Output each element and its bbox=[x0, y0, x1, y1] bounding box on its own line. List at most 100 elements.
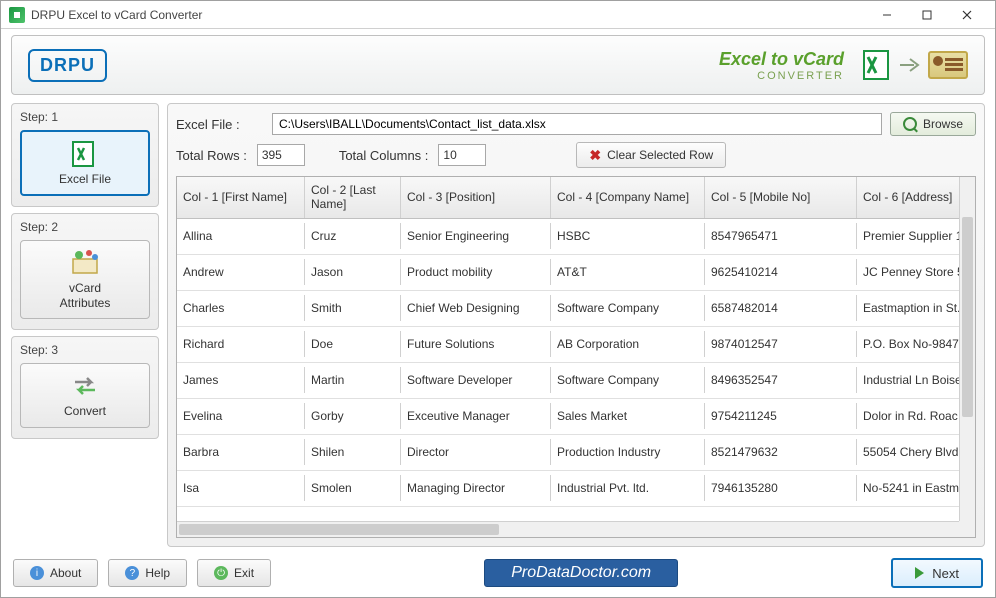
scrollbar-thumb[interactable] bbox=[962, 217, 973, 417]
table-cell: Sales Market bbox=[551, 403, 705, 429]
table-row[interactable]: AllinaCruzSenior EngineeringHSBC85479654… bbox=[177, 219, 975, 255]
table-row[interactable]: BarbraShilenDirectorProduction Industry8… bbox=[177, 435, 975, 471]
table-row[interactable]: EvelinaGorbyExceutive ManagerSales Marke… bbox=[177, 399, 975, 435]
browse-button[interactable]: Browse bbox=[890, 112, 976, 136]
table-row[interactable]: AndrewJasonProduct mobilityAT&T962541021… bbox=[177, 255, 975, 291]
col-header[interactable]: Col - 5 [Mobile No] bbox=[705, 177, 857, 218]
table-cell: Eastmaption in St. bbox=[857, 295, 975, 321]
total-rows-label: Total Rows : bbox=[176, 148, 247, 163]
table-cell: Shilen bbox=[305, 439, 401, 465]
vcard-icon bbox=[928, 51, 968, 79]
table-cell: Exceutive Manager bbox=[401, 403, 551, 429]
table-cell: Allina bbox=[177, 223, 305, 249]
col-header[interactable]: Col - 1 [First Name] bbox=[177, 177, 305, 218]
app-icon bbox=[9, 7, 25, 23]
minimize-button[interactable] bbox=[867, 1, 907, 29]
table-cell: Software Company bbox=[551, 295, 705, 321]
step-2-group: Step: 2 vCard Attributes bbox=[11, 213, 159, 330]
step-3-label: Step: 3 bbox=[20, 343, 150, 357]
excel-file-icon bbox=[69, 140, 101, 168]
vertical-scrollbar[interactable] bbox=[959, 177, 975, 521]
total-cols-value: 10 bbox=[438, 144, 486, 166]
about-button[interactable]: iAbout bbox=[13, 559, 98, 587]
table-cell: Senior Engineering bbox=[401, 223, 551, 249]
table-cell: Andrew bbox=[177, 259, 305, 285]
step-1-label: Step: 1 bbox=[20, 110, 150, 124]
horizontal-scrollbar[interactable] bbox=[177, 521, 959, 537]
brand-link[interactable]: ProDataDoctor.com bbox=[484, 559, 678, 587]
step-3-group: Step: 3 Convert bbox=[11, 336, 159, 438]
main-panel: Excel File : Browse Total Rows : 395 Tot… bbox=[167, 103, 985, 547]
table-cell: Martin bbox=[305, 367, 401, 393]
step-vcard-attributes-button[interactable]: vCard Attributes bbox=[20, 240, 150, 319]
table-cell: 8496352547 bbox=[705, 367, 857, 393]
table-cell: 7946135280 bbox=[705, 475, 857, 501]
col-header[interactable]: Col - 6 [Address] bbox=[857, 177, 975, 218]
table-cell: Dolor in Rd. Roac bbox=[857, 403, 975, 429]
next-button[interactable]: Next bbox=[891, 558, 983, 588]
table-cell: 9754211245 bbox=[705, 403, 857, 429]
play-icon bbox=[915, 567, 924, 579]
close-button[interactable] bbox=[947, 1, 987, 29]
table-cell: 55054 Chery Blvd bbox=[857, 439, 975, 465]
title-bar: DRPU Excel to vCard Converter bbox=[1, 1, 995, 29]
table-cell: Richard bbox=[177, 331, 305, 357]
table-cell: Industrial Pvt. ltd. bbox=[551, 475, 705, 501]
footer-bar: iAbout ?Help ⏻Exit ProDataDoctor.com Nex… bbox=[1, 553, 995, 597]
x-icon: ✖ bbox=[589, 147, 601, 164]
brand-logo: DRPU bbox=[28, 49, 107, 82]
file-label: Excel File : bbox=[176, 117, 264, 132]
table-cell: No-5241 in Eastm bbox=[857, 475, 975, 501]
scrollbar-thumb[interactable] bbox=[179, 524, 499, 535]
table-row[interactable]: CharlesSmithChief Web DesigningSoftware … bbox=[177, 291, 975, 327]
table-cell: Cruz bbox=[305, 223, 401, 249]
table-cell: 9625410214 bbox=[705, 259, 857, 285]
table-cell: 8521479632 bbox=[705, 439, 857, 465]
exit-button[interactable]: ⏻Exit bbox=[197, 559, 271, 587]
table-cell: Isa bbox=[177, 475, 305, 501]
col-header[interactable]: Col - 4 [Company Name] bbox=[551, 177, 705, 218]
file-path-input[interactable] bbox=[272, 113, 882, 135]
col-header[interactable]: Col - 2 [Last Name] bbox=[305, 177, 401, 218]
step-2-label: Step: 2 bbox=[20, 220, 150, 234]
window-controls bbox=[867, 1, 987, 29]
col-header[interactable]: Col - 3 [Position] bbox=[401, 177, 551, 218]
help-button[interactable]: ?Help bbox=[108, 559, 187, 587]
table-cell: Evelina bbox=[177, 403, 305, 429]
table-cell: Doe bbox=[305, 331, 401, 357]
table-cell: James bbox=[177, 367, 305, 393]
total-rows-value: 395 bbox=[257, 144, 305, 166]
excel-icon bbox=[858, 47, 894, 83]
table-cell: 8547965471 bbox=[705, 223, 857, 249]
table-cell: Software Developer bbox=[401, 367, 551, 393]
vcard-attributes-icon bbox=[69, 249, 101, 277]
maximize-button[interactable] bbox=[907, 1, 947, 29]
table-cell: Charles bbox=[177, 295, 305, 321]
table-cell: JC Penney Store 5 bbox=[857, 259, 975, 285]
total-cols-label: Total Columns : bbox=[339, 148, 429, 163]
header-banner: DRPU Excel to vCard CONVERTER bbox=[11, 35, 985, 95]
table-cell: Barbra bbox=[177, 439, 305, 465]
table-cell: HSBC bbox=[551, 223, 705, 249]
table-cell: Chief Web Designing bbox=[401, 295, 551, 321]
table-row[interactable]: JamesMartinSoftware DeveloperSoftware Co… bbox=[177, 363, 975, 399]
step-sidebar: Step: 1 Excel File Step: 2 vCard Attribu… bbox=[11, 103, 159, 547]
convert-icon bbox=[69, 372, 101, 400]
power-icon: ⏻ bbox=[214, 566, 228, 580]
table-header: Col - 1 [First Name] Col - 2 [Last Name]… bbox=[177, 177, 975, 219]
table-body: AllinaCruzSenior EngineeringHSBC85479654… bbox=[177, 219, 975, 537]
table-cell: 6587482014 bbox=[705, 295, 857, 321]
table-cell: Industrial Ln Boise bbox=[857, 367, 975, 393]
table-row[interactable]: IsaSmolenManaging DirectorIndustrial Pvt… bbox=[177, 471, 975, 507]
table-cell: Smith bbox=[305, 295, 401, 321]
step-convert-button[interactable]: Convert bbox=[20, 363, 150, 427]
table-cell: Premier Supplier 1 bbox=[857, 223, 975, 249]
app-window: DRPU Excel to vCard Converter DRPU Excel… bbox=[0, 0, 996, 598]
table-cell: AB Corporation bbox=[551, 331, 705, 357]
help-icon: ? bbox=[125, 566, 139, 580]
step-excel-file-button[interactable]: Excel File bbox=[20, 130, 150, 196]
table-cell: Director bbox=[401, 439, 551, 465]
table-row[interactable]: RichardDoeFuture SolutionsAB Corporation… bbox=[177, 327, 975, 363]
clear-selected-row-button[interactable]: ✖ Clear Selected Row bbox=[576, 142, 726, 168]
table-cell: Smolen bbox=[305, 475, 401, 501]
